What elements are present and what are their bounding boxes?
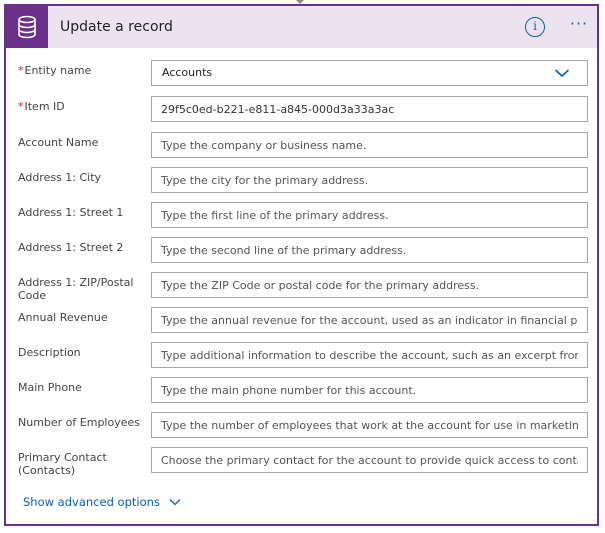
num-employees-row: Number of Employees — [6, 412, 597, 440]
street1-label: Address 1: Street 1 — [18, 206, 124, 219]
description-input[interactable] — [151, 342, 588, 368]
card-title: Update a record — [60, 19, 173, 35]
num-employees-input[interactable] — [151, 412, 588, 438]
primary-contact-input[interactable] — [151, 447, 588, 473]
num-employees-label: Number of Employees — [18, 416, 140, 429]
main-phone-input[interactable] — [151, 377, 588, 403]
account-name-row: Account Name — [6, 132, 597, 160]
entity-name-row: *Entity name Accounts — [6, 60, 597, 88]
zip-input[interactable] — [151, 272, 588, 298]
connector-icon-box — [6, 6, 48, 48]
annual-revenue-input[interactable] — [151, 307, 588, 333]
annual-revenue-label: Annual Revenue — [18, 311, 108, 324]
entity-name-select[interactable]: Accounts — [151, 60, 588, 86]
description-row: Description — [6, 342, 597, 370]
required-marker: * — [18, 100, 24, 113]
account-name-input[interactable] — [151, 132, 588, 158]
item-id-label: *Item ID — [18, 100, 146, 113]
primary-contact-label: Primary Contact (Contacts) — [18, 451, 107, 477]
zip-label: Address 1: ZIP/Postal Code — [18, 276, 134, 302]
advanced-options-label: Show advanced options — [23, 495, 160, 509]
database-icon — [18, 15, 36, 39]
entity-name-value: Accounts — [162, 66, 213, 79]
zip-row: Address 1: ZIP/Postal Code — [6, 272, 597, 302]
main-phone-label: Main Phone — [18, 381, 82, 394]
annual-revenue-row: Annual Revenue — [6, 307, 597, 335]
entity-name-label-text: Entity name — [24, 64, 92, 77]
city-input[interactable] — [151, 167, 588, 193]
card-header[interactable]: Update a record i ··· — [6, 6, 597, 48]
update-record-card: Update a record i ··· *Entity name Accou… — [4, 4, 599, 526]
street2-label: Address 1: Street 2 — [18, 241, 124, 254]
entity-name-label: *Entity name — [18, 64, 146, 77]
city-row: Address 1: City — [6, 167, 597, 195]
chevron-down-icon — [554, 69, 570, 78]
street2-row: Address 1: Street 2 — [6, 237, 597, 265]
required-marker: * — [18, 64, 24, 77]
street1-input[interactable] — [151, 202, 588, 228]
item-id-row: *Item ID — [6, 96, 597, 124]
primary-contact-row: Primary Contact (Contacts) — [6, 447, 597, 477]
main-phone-row: Main Phone — [6, 377, 597, 405]
street1-row: Address 1: Street 1 — [6, 202, 597, 230]
info-icon[interactable]: i — [525, 17, 545, 37]
chevron-down-icon — [169, 499, 181, 506]
account-name-label: Account Name — [18, 136, 99, 149]
item-id-label-text: Item ID — [24, 100, 65, 113]
description-label: Description — [18, 346, 81, 359]
street2-input[interactable] — [151, 237, 588, 263]
show-advanced-options-link[interactable]: Show advanced options — [23, 494, 181, 510]
city-label: Address 1: City — [18, 171, 102, 184]
more-options-icon[interactable]: ··· — [567, 16, 591, 37]
item-id-input[interactable] — [151, 96, 588, 122]
